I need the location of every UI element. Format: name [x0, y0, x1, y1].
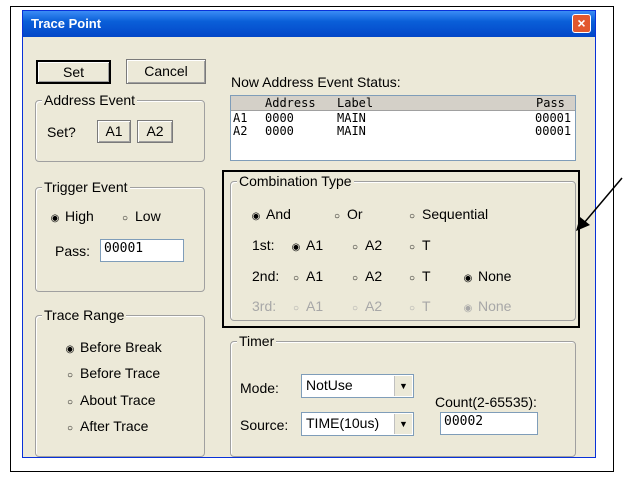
- chevron-down-icon: ▼: [394, 376, 412, 396]
- mode-label: Mode:: [240, 380, 279, 396]
- mode-value: NotUse: [306, 377, 353, 393]
- trigger-event-group: Trigger Event ◉ High ○ Low Pass: 00001: [35, 179, 205, 292]
- status-list[interactable]: Address Label Pass A1 0000 MAIN 00001 A2…: [230, 95, 576, 161]
- set-button[interactable]: Set: [36, 60, 111, 84]
- cancel-button-label: Cancel: [144, 63, 188, 79]
- count-label: Count(2-65535):: [435, 394, 537, 410]
- a1-button[interactable]: A1: [97, 120, 131, 143]
- address-event-title: Address Event: [42, 92, 138, 108]
- radio-unselected-icon: ○: [66, 423, 74, 434]
- address-event-group: Address Event Set? A1 A2: [35, 92, 205, 162]
- range-about-trace-label: About Trace: [80, 392, 156, 408]
- range-about-trace-radio[interactable]: ○ About Trace: [64, 392, 156, 408]
- annotation-arrow-icon: [576, 177, 623, 231]
- column-header-pass[interactable]: Pass: [536, 97, 565, 110]
- row-a2-address: 0000: [265, 124, 294, 138]
- close-icon: ×: [577, 15, 586, 31]
- trigger-high-radio[interactable]: ◉ High: [49, 208, 94, 224]
- radio-unselected-icon: ○: [66, 370, 74, 381]
- trigger-low-radio[interactable]: ○ Low: [119, 208, 161, 224]
- trigger-high-label: High: [65, 208, 94, 224]
- pass-label: Pass:: [55, 243, 91, 259]
- a1-button-label: A1: [105, 123, 123, 139]
- timer-title: Timer: [237, 333, 277, 349]
- count-input[interactable]: 00002: [440, 412, 538, 435]
- source-select[interactable]: TIME(10us) ▼: [301, 412, 414, 436]
- source-value: TIME(10us): [306, 415, 380, 431]
- radio-unselected-icon: ○: [66, 397, 74, 408]
- range-after-trace-label: After Trace: [80, 418, 149, 434]
- trigger-event-title: Trigger Event: [42, 179, 130, 195]
- timer-group: Timer Mode: NotUse ▼ Source: TIME(10us) ▼ …: [230, 333, 576, 457]
- trigger-low-label: Low: [135, 208, 161, 224]
- trace-range-group: Trace Range ◉ Before Break ○ Before Trace …: [35, 307, 205, 457]
- column-header-address[interactable]: Address: [265, 97, 316, 110]
- source-label: Source:: [240, 417, 289, 433]
- range-before-trace-radio[interactable]: ○ Before Trace: [64, 365, 160, 381]
- set-button-label: Set: [62, 64, 84, 80]
- column-header-label[interactable]: Label: [337, 97, 373, 110]
- window-title: Trace Point: [31, 16, 102, 31]
- close-button[interactable]: ×: [572, 14, 591, 33]
- range-before-trace-label: Before Trace: [80, 365, 161, 381]
- radio-selected-icon: ◉: [65, 344, 75, 355]
- annotation-highlight-box: [222, 170, 580, 328]
- chevron-down-icon: ▼: [394, 414, 412, 434]
- row-a2-label: MAIN: [337, 124, 366, 138]
- row-a2-pass: 00001: [535, 124, 572, 138]
- range-after-trace-radio[interactable]: ○ After Trace: [64, 418, 149, 434]
- radio-unselected-icon: ○: [121, 213, 129, 224]
- row-a2-name: A2: [233, 124, 248, 138]
- status-title: Now Address Event Status:: [231, 74, 401, 90]
- trace-range-title: Trace Range: [42, 307, 127, 323]
- mode-select[interactable]: NotUse ▼: [301, 374, 414, 398]
- cancel-button[interactable]: Cancel: [126, 59, 206, 84]
- a2-button[interactable]: A2: [137, 120, 173, 143]
- range-before-break-label: Before Break: [80, 339, 162, 355]
- range-before-break-radio[interactable]: ◉ Before Break: [64, 339, 162, 355]
- pass-input[interactable]: 00001: [100, 239, 184, 262]
- address-event-set-prompt: Set?: [47, 124, 76, 140]
- title-bar[interactable]: Trace Point ×: [23, 11, 595, 37]
- radio-selected-icon: ◉: [50, 213, 60, 224]
- a2-button-label: A2: [146, 123, 164, 139]
